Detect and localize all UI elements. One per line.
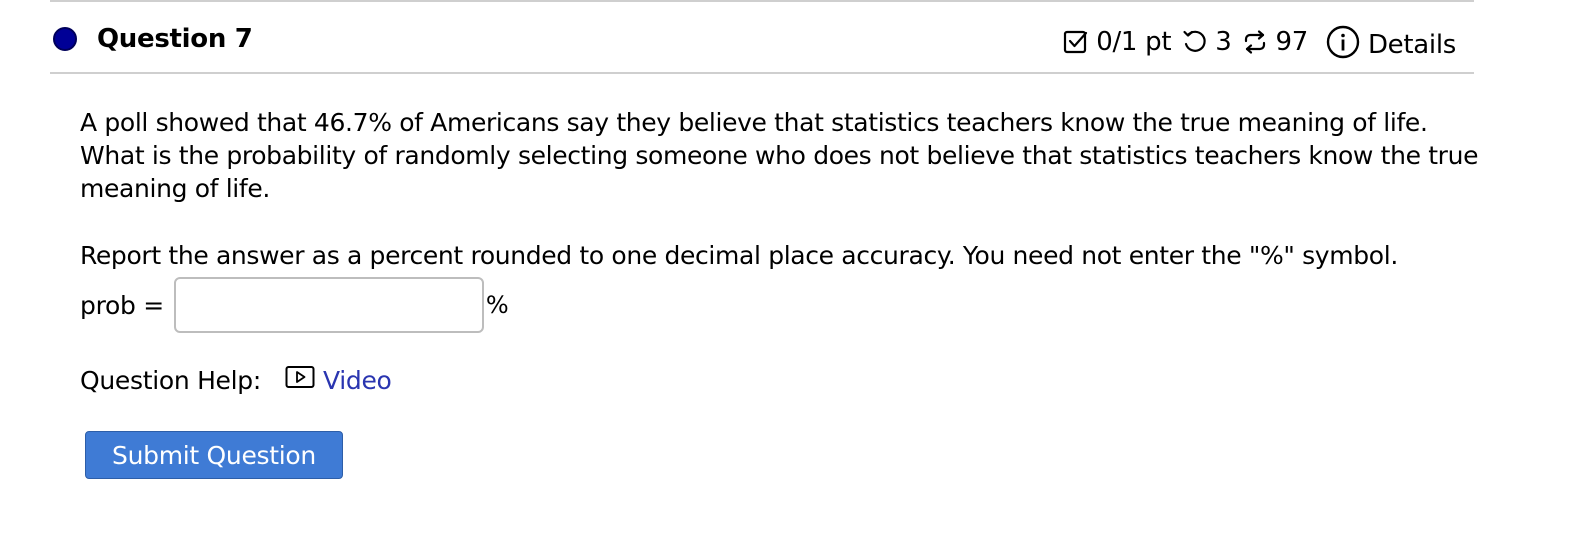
question-help: Question Help: Video	[80, 362, 392, 398]
answer-instructions: Report the answer as a percent rounded t…	[80, 241, 1398, 270]
question-title: Question 7	[97, 24, 253, 54]
video-link-label: Video	[322, 365, 392, 395]
question-meta: 0/1 pt 3 97 Details	[1062, 24, 1456, 60]
answer-label: prob =	[80, 290, 164, 320]
video-help-link[interactable]: Video	[285, 365, 392, 395]
question-header: Question 7 0/1 pt 3 97 Details	[50, 2, 1474, 74]
question-text: A poll showed that 46.7% of Americans sa…	[80, 108, 1479, 203]
answer-row: prob = %	[80, 276, 509, 334]
retries-count: 3	[1215, 27, 1232, 57]
video-play-icon	[285, 365, 323, 395]
question-page: Question 7 0/1 pt 3 97 Details A poll sh…	[0, 0, 1596, 536]
attempts-count: 97	[1275, 27, 1308, 57]
repeat-icon	[1241, 28, 1269, 56]
points-indicator: 0/1 pt	[1062, 27, 1172, 57]
question-body: A poll showed that 46.7% of Americans sa…	[80, 106, 1480, 272]
details-label: Details	[1367, 30, 1456, 60]
attempts-indicator: 97	[1241, 27, 1308, 57]
percent-unit: %	[485, 291, 509, 319]
info-circle-icon	[1326, 25, 1360, 59]
details-button[interactable]: Details	[1326, 25, 1456, 60]
answer-input[interactable]	[173, 277, 484, 333]
retries-indicator: 3	[1181, 27, 1232, 57]
submit-question-button[interactable]: Submit Question	[85, 431, 343, 479]
checkbox-check-icon	[1062, 28, 1090, 56]
points-text: 0/1 pt	[1096, 27, 1172, 57]
question-status-dot	[53, 27, 77, 51]
undo-icon	[1181, 28, 1209, 56]
question-help-label: Question Help:	[80, 365, 261, 395]
